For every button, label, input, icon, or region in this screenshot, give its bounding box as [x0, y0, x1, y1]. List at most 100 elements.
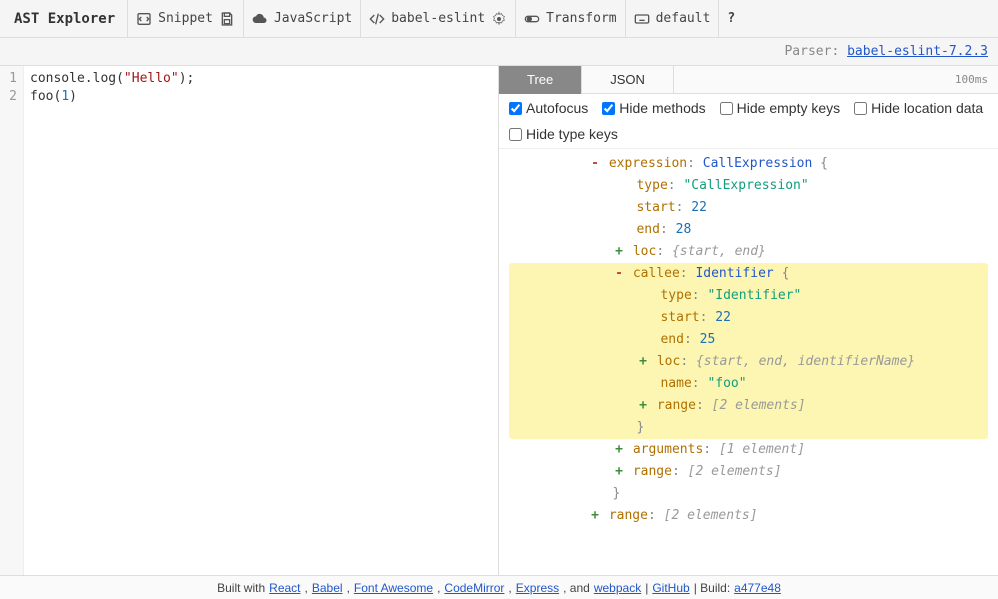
link-webpack[interactable]: webpack: [594, 581, 641, 595]
key: loc: [633, 244, 656, 259]
key: range: [657, 398, 696, 413]
parser-menu[interactable]: babel-eslint: [361, 0, 516, 38]
line-gutter: 1 2: [0, 66, 24, 575]
code-number: 1: [61, 89, 69, 104]
keymap-menu[interactable]: default: [626, 0, 720, 38]
expand-icon[interactable]: +: [613, 241, 625, 263]
code-token: ): [69, 89, 77, 104]
opt-hide-type-keys[interactable]: Hide type keys: [509, 126, 618, 142]
key: name: [660, 376, 691, 391]
tree-row[interactable]: - expression: CallExpression {: [509, 153, 998, 175]
link-react[interactable]: React: [269, 581, 300, 595]
collapse-icon[interactable]: -: [613, 263, 625, 285]
code-token: console.log(: [30, 71, 124, 86]
opt-hide-location[interactable]: Hide location data: [854, 100, 983, 116]
gear-icon[interactable]: [491, 11, 507, 27]
tree-row[interactable]: + loc: {start, end}: [509, 241, 998, 263]
type-name[interactable]: CallExpression: [703, 156, 813, 171]
opt-label: Hide methods: [619, 100, 705, 116]
app-title: AST Explorer: [6, 0, 128, 38]
tree-row[interactable]: + range: [2 elements]: [509, 505, 998, 527]
ast-panel: Tree JSON 100ms Autofocus Hide methods H…: [499, 66, 998, 575]
language-label: JavaScript: [274, 11, 352, 26]
value: 22: [691, 200, 707, 215]
help-button[interactable]: ?: [719, 0, 743, 38]
code-string: "Hello": [124, 71, 179, 86]
tree-row[interactable]: end: 28: [509, 219, 998, 241]
expand-icon[interactable]: +: [589, 505, 601, 527]
transform-menu[interactable]: Transform: [516, 0, 625, 38]
tree-row[interactable]: start: 22: [509, 307, 978, 329]
value: "foo": [707, 376, 746, 391]
hide-type-keys-checkbox[interactable]: [509, 128, 522, 141]
code-token: );: [179, 71, 195, 86]
hint: {start, end}: [672, 244, 766, 259]
tree-row[interactable]: start: 22: [509, 197, 998, 219]
tab-json[interactable]: JSON: [582, 66, 674, 94]
link-fontawesome[interactable]: Font Awesome: [354, 581, 433, 595]
language-menu[interactable]: JavaScript: [244, 0, 361, 38]
expand-icon[interactable]: +: [637, 395, 649, 417]
transform-label: Transform: [546, 11, 616, 26]
tree-row[interactable]: type: "Identifier": [509, 285, 978, 307]
expand-icon[interactable]: +: [613, 461, 625, 483]
footer-text: | Build:: [694, 581, 730, 595]
opt-label: Autofocus: [526, 100, 588, 116]
hint: [1 element]: [719, 442, 805, 457]
autofocus-checkbox[interactable]: [509, 102, 522, 115]
cloud-icon: [252, 11, 268, 27]
hide-empty-checkbox[interactable]: [720, 102, 733, 115]
key: range: [609, 508, 648, 523]
tree-row: }: [509, 483, 998, 505]
tree-row[interactable]: name: "foo": [509, 373, 978, 395]
hide-methods-checkbox[interactable]: [602, 102, 615, 115]
hint: {start, end, identifierName}: [696, 354, 915, 369]
value: 28: [676, 222, 692, 237]
opt-hide-methods[interactable]: Hide methods: [602, 100, 705, 116]
opt-hide-empty-keys[interactable]: Hide empty keys: [720, 100, 840, 116]
tree-row[interactable]: + arguments: [1 element]: [509, 439, 998, 461]
key: type: [636, 178, 667, 193]
save-icon: [219, 11, 235, 27]
code-icon: [136, 11, 152, 27]
link-express[interactable]: Express: [516, 581, 559, 595]
parser-info-bar: Parser: babel-eslint-7.2.3: [0, 38, 998, 66]
hide-location-checkbox[interactable]: [854, 102, 867, 115]
collapse-icon[interactable]: -: [589, 153, 601, 175]
key: start: [636, 200, 675, 215]
tree-row[interactable]: type: "CallExpression": [509, 175, 998, 197]
parser-version-link[interactable]: babel-eslint-7.2.3: [847, 44, 988, 59]
main-split: 1 2 console.log("Hello"); foo(1) Tree JS…: [0, 66, 998, 575]
link-build[interactable]: a477e48: [734, 581, 781, 595]
code-editor[interactable]: 1 2 console.log("Hello"); foo(1): [0, 66, 499, 575]
opt-label: Hide type keys: [526, 126, 618, 142]
expand-icon[interactable]: +: [613, 439, 625, 461]
hint: [2 elements]: [664, 508, 758, 523]
link-babel[interactable]: Babel: [312, 581, 343, 595]
tree-row[interactable]: - callee: Identifier {: [509, 263, 978, 285]
tag-icon: [369, 11, 385, 27]
footer: Built with React, Babel, Font Awesome, C…: [0, 575, 998, 599]
ast-tree[interactable]: - expression: CallExpression { type: "Ca…: [499, 149, 998, 575]
link-codemirror[interactable]: CodeMirror: [444, 581, 504, 595]
parse-time: 100ms: [945, 73, 998, 86]
tree-row[interactable]: end: 25: [509, 329, 978, 351]
tree-row[interactable]: + loc: {start, end, identifierName}: [509, 351, 978, 373]
code-content[interactable]: console.log("Hello"); foo(1): [24, 66, 200, 575]
code-token: foo(: [30, 89, 61, 104]
snippet-menu[interactable]: Snippet: [128, 0, 244, 38]
opt-autofocus[interactable]: Autofocus: [509, 100, 588, 116]
highlighted-node: - callee: Identifier { type: "Identifier…: [509, 263, 988, 439]
expand-icon[interactable]: +: [637, 351, 649, 373]
ast-tabs: Tree JSON 100ms: [499, 66, 998, 94]
tree-row[interactable]: + range: [2 elements]: [509, 461, 998, 483]
type-name[interactable]: Identifier: [695, 266, 773, 281]
snippet-label: Snippet: [158, 11, 213, 26]
link-github[interactable]: GitHub: [652, 581, 689, 595]
tree-row: }: [509, 417, 978, 439]
tree-row[interactable]: + range: [2 elements]: [509, 395, 978, 417]
tab-tree[interactable]: Tree: [499, 66, 582, 94]
key: end: [660, 332, 683, 347]
hint: [2 elements]: [688, 464, 782, 479]
key: range: [633, 464, 672, 479]
